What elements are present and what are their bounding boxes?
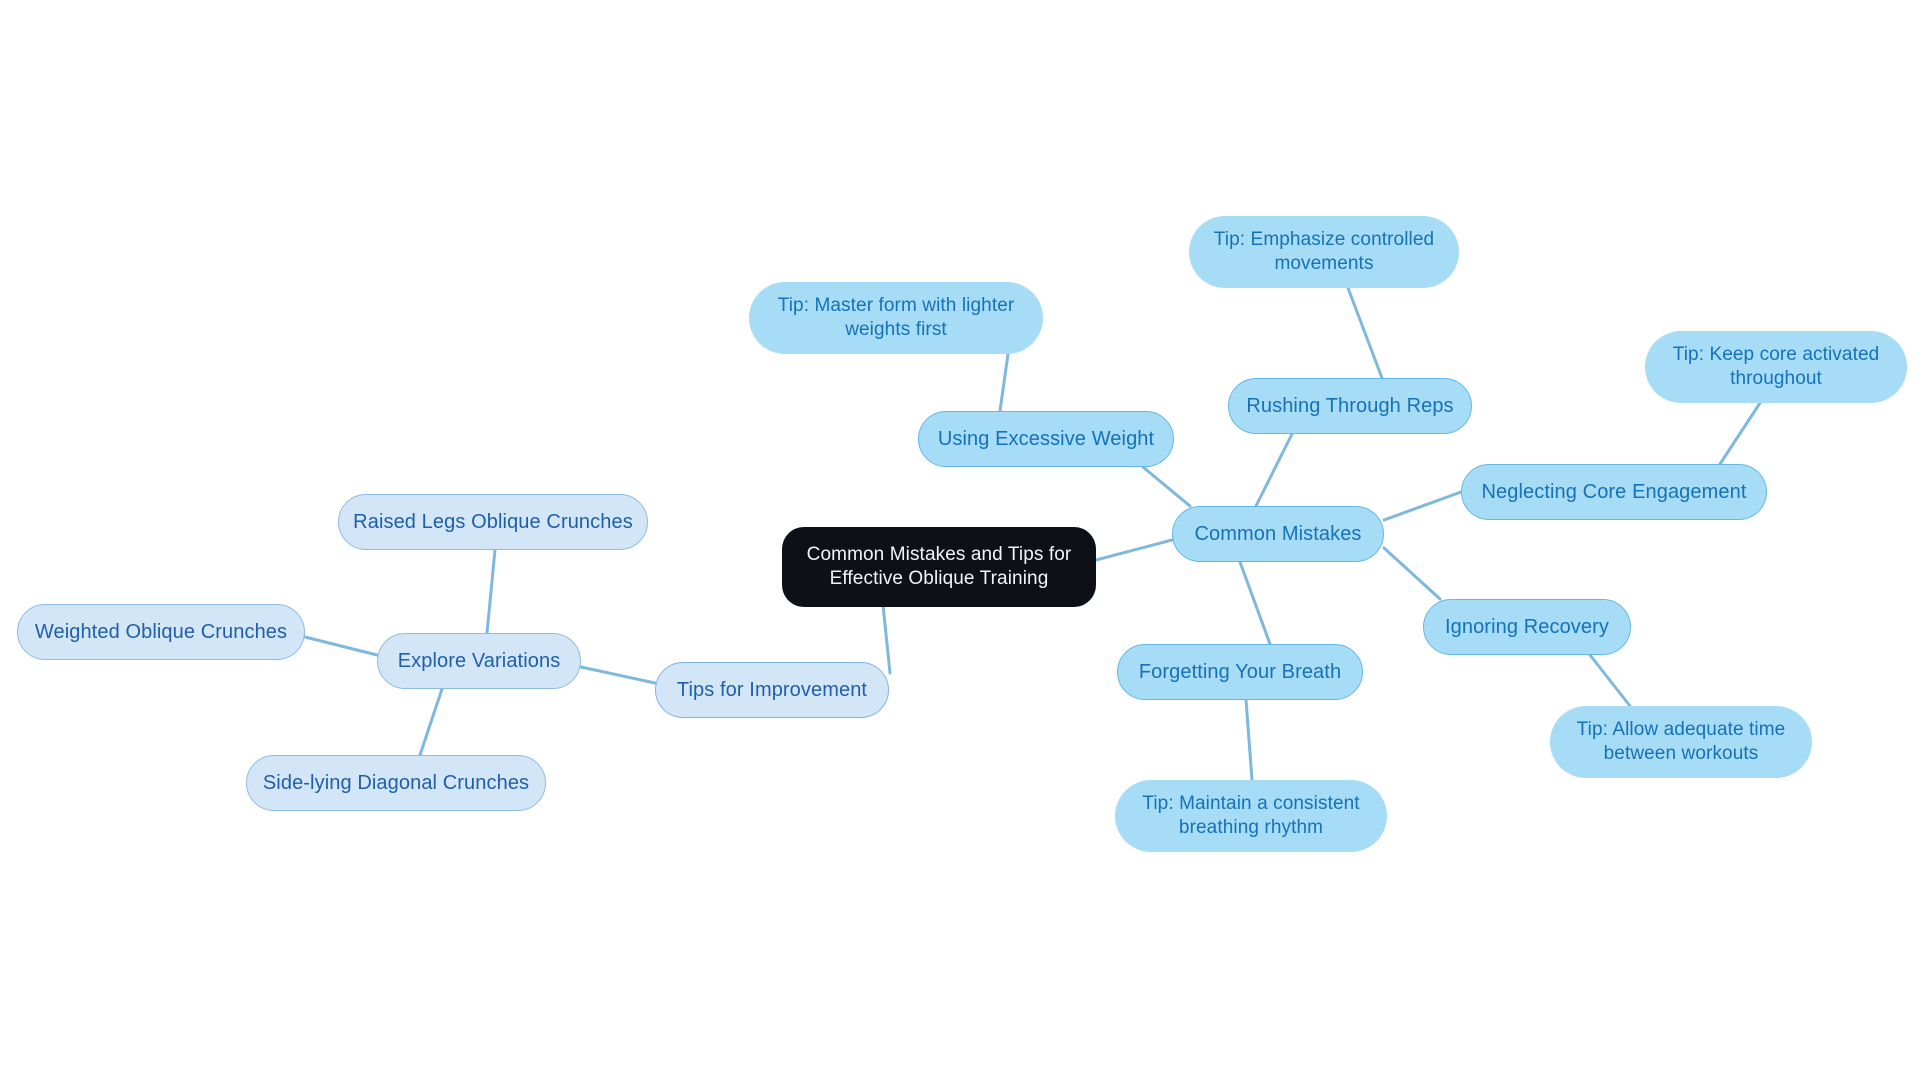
connector-root-to-common-mistakes <box>1094 538 1174 562</box>
mindmap-node-tip-allow-adequate-time[interactable]: Tip: Allow adequate time between workout… <box>1550 706 1812 778</box>
connector-forgetting-your-breath-to-tip-maintain-breathing-rhythm <box>1244 698 1254 782</box>
mindmap-node-ignoring-recovery[interactable]: Ignoring Recovery <box>1423 599 1631 655</box>
connector-common-mistakes-to-ignoring-recovery <box>1382 546 1442 601</box>
mindmap-node-tip-keep-core-activated[interactable]: Tip: Keep core activated throughout <box>1645 331 1907 403</box>
mindmap-node-rushing-through-reps[interactable]: Rushing Through Reps <box>1228 378 1472 434</box>
connector-tips-for-improvement-to-explore-variations <box>579 665 657 685</box>
connector-common-mistakes-to-forgetting-your-breath <box>1238 560 1272 646</box>
connector-ignoring-recovery-to-tip-allow-adequate-time <box>1588 653 1632 708</box>
connector-neglecting-core-engagement-to-tip-keep-core-activated <box>1718 401 1762 466</box>
mindmap-node-tip-maintain-breathing-rhythm[interactable]: Tip: Maintain a consistent breathing rhy… <box>1115 780 1387 852</box>
mindmap-node-common-mistakes[interactable]: Common Mistakes <box>1172 506 1384 562</box>
mindmap-node-forgetting-your-breath[interactable]: Forgetting Your Breath <box>1117 644 1363 700</box>
mindmap-node-tips-for-improvement[interactable]: Tips for Improvement <box>655 662 889 718</box>
mindmap-node-weighted-oblique-crunches[interactable]: Weighted Oblique Crunches <box>17 604 305 660</box>
mindmap-canvas: Common Mistakes and Tips for Effective O… <box>0 0 1920 1083</box>
mindmap-node-explore-variations[interactable]: Explore Variations <box>377 633 581 689</box>
mindmap-node-root[interactable]: Common Mistakes and Tips for Effective O… <box>782 527 1096 607</box>
mindmap-node-tip-master-form[interactable]: Tip: Master form with lighter weights fi… <box>749 282 1043 354</box>
connector-common-mistakes-to-rushing-through-reps <box>1254 432 1294 508</box>
mindmap-node-neglecting-core-engagement[interactable]: Neglecting Core Engagement <box>1461 464 1767 520</box>
connector-common-mistakes-to-using-excessive-weight <box>1141 465 1192 508</box>
connector-rushing-through-reps-to-tip-emphasize-controlled <box>1346 286 1384 380</box>
mindmap-node-raised-legs-oblique-crunches[interactable]: Raised Legs Oblique Crunches <box>338 494 648 550</box>
connector-common-mistakes-to-neglecting-core-engagement <box>1382 490 1463 522</box>
connector-explore-variations-to-weighted-oblique-crunches <box>303 635 379 657</box>
connector-explore-variations-to-side-lying-diagonal-crunches <box>417 687 444 760</box>
connector-using-excessive-weight-to-tip-master-form <box>998 352 1010 413</box>
mindmap-node-side-lying-diagonal-crunches[interactable]: Side-lying Diagonal Crunches <box>246 755 546 811</box>
connector-explore-variations-to-raised-legs-oblique-crunches <box>485 548 497 635</box>
mindmap-node-tip-emphasize-controlled[interactable]: Tip: Emphasize controlled movements <box>1189 216 1459 288</box>
mindmap-node-using-excessive-weight[interactable]: Using Excessive Weight <box>918 411 1174 467</box>
